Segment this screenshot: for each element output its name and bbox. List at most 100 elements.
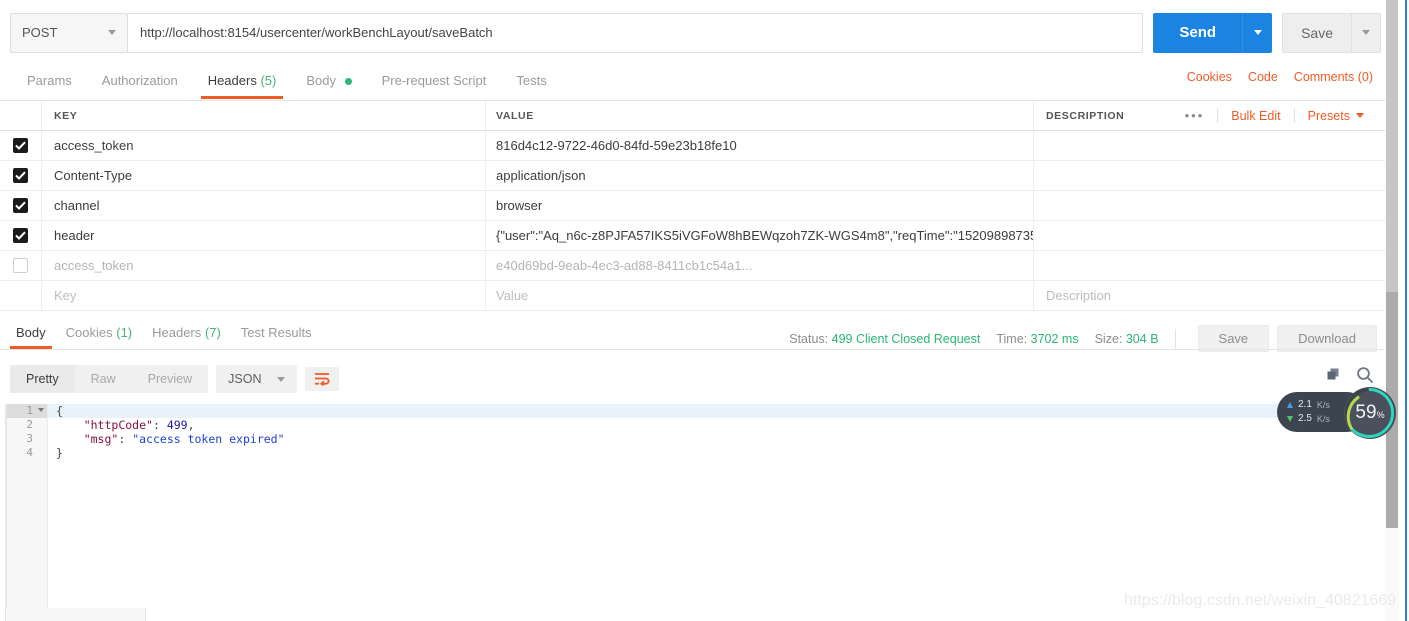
row-checkbox-cell[interactable] [0, 161, 42, 190]
save-response-button[interactable]: Save [1197, 325, 1270, 352]
size-label: Size: [1094, 331, 1123, 346]
table-row-new[interactable]: Key Value Description [0, 281, 1391, 311]
vertical-scrollbar-thumb[interactable] [1386, 0, 1398, 292]
header-description-cell[interactable] [1034, 251, 1391, 280]
table-row[interactable]: channel browser [0, 191, 1391, 221]
checkbox-checked-icon[interactable] [13, 138, 28, 153]
tab-authorization[interactable]: Authorization [87, 66, 193, 99]
response-tab-headers[interactable]: Headers (7) [142, 322, 231, 349]
format-pretty-button[interactable]: Pretty [10, 365, 75, 393]
cookies-link[interactable]: Cookies [1187, 70, 1232, 84]
header-value-cell[interactable]: {"user":"Aq_n6c-z8PJFA57IKS5iVGFoW8hBEWq… [486, 221, 1034, 250]
status-label: Status: [789, 331, 829, 346]
header-value-cell[interactable]: e40d69bd-9eab-4ec3-ad88-8411cb1c54a1... [486, 251, 1034, 280]
tab-label: Params [27, 73, 72, 88]
tab-tests[interactable]: Tests [501, 66, 561, 99]
checkbox-checked-icon[interactable] [13, 228, 28, 243]
checkbox-unchecked-icon[interactable] [13, 258, 28, 273]
http-method-select[interactable]: POST [10, 12, 128, 53]
size-meta: Size: 304 B [1095, 332, 1159, 346]
header-description-cell[interactable] [1034, 221, 1391, 250]
language-value: JSON [228, 372, 262, 386]
header-key-cell[interactable]: access_token [42, 251, 486, 280]
row-checkbox-cell[interactable] [0, 191, 42, 220]
tab-body[interactable]: Body [291, 66, 366, 99]
table-row[interactable]: access_token e40d69bd-9eab-4ec3-ad88-841… [0, 251, 1391, 281]
new-header-value-input[interactable]: Value [486, 281, 1034, 310]
copy-icon[interactable] [1326, 367, 1342, 386]
bulk-edit-button[interactable]: Bulk Edit [1218, 109, 1293, 123]
column-header-key: KEY [42, 101, 486, 130]
tab-pre-request-script[interactable]: Pre-request Script [367, 66, 502, 99]
header-description-cell[interactable] [1034, 191, 1391, 220]
msg-value: access token expired [139, 432, 278, 446]
upload-speed-unit: K/s [1316, 400, 1330, 410]
line-number: 1 [7, 404, 47, 418]
comments-link[interactable]: Comments (0) [1294, 70, 1373, 84]
search-icon[interactable] [1356, 366, 1374, 387]
time-label: Time: [996, 331, 1028, 346]
more-options-icon[interactable]: ••• [1172, 108, 1218, 123]
url-input[interactable]: http://localhost:8154/usercenter/workBen… [128, 12, 1144, 53]
http-code-value: 499 [166, 418, 188, 432]
send-button[interactable]: Send [1153, 12, 1243, 53]
http-method-value: POST [22, 25, 58, 40]
header-value-cell[interactable]: 816d4c12-9722-46d0-84fd-59e23b18fe10 [486, 131, 1034, 160]
chevron-down-icon [1356, 113, 1364, 118]
response-meta: Status: 499 Client Closed Request Time: … [789, 325, 1377, 352]
chevron-down-icon [1253, 30, 1262, 35]
language-select[interactable]: JSON [216, 365, 298, 393]
tab-label: Body [16, 325, 46, 340]
line-number: 2 [26, 418, 33, 431]
send-options-button[interactable] [1242, 12, 1273, 53]
gauge-value: 59% [1355, 402, 1384, 424]
download-response-button[interactable]: Download [1277, 325, 1377, 352]
format-preview-button[interactable]: Preview [132, 365, 208, 393]
checkbox-checked-icon[interactable] [13, 168, 28, 183]
table-row[interactable]: Content-Type application/json [0, 161, 1391, 191]
line-number-value: 1 [26, 404, 33, 417]
save-request-button[interactable]: Save [1282, 12, 1351, 53]
headers-table-header-row: KEY VALUE DESCRIPTION ••• Bulk Edit Pres… [0, 101, 1391, 131]
header-key-cell[interactable]: access_token [42, 131, 486, 160]
presets-button[interactable]: Presets [1295, 109, 1377, 123]
horizontal-scrollbar[interactable] [6, 608, 146, 621]
format-raw-button[interactable]: Raw [75, 365, 132, 393]
table-row[interactable]: access_token 816d4c12-9722-46d0-84fd-59e… [0, 131, 1391, 161]
table-row[interactable]: header {"user":"Aq_n6c-z8PJFA57IKS5iVGFo… [0, 221, 1391, 251]
word-wrap-button[interactable] [305, 367, 340, 391]
row-checkbox-cell[interactable] [0, 221, 42, 250]
response-tab-test-results[interactable]: Test Results [231, 322, 322, 349]
header-key-cell[interactable]: channel [42, 191, 486, 220]
tab-label: Body [306, 73, 336, 88]
response-body-editor[interactable]: 1 2 3 4 { "httpCode": 499, "msg": "acces… [6, 404, 1384, 621]
checkbox-checked-icon[interactable] [13, 198, 28, 213]
save-options-button[interactable] [1351, 12, 1381, 53]
time-meta: Time: 3702 ms [996, 332, 1078, 346]
row-checkbox-cell[interactable] [0, 131, 42, 160]
header-description-cell[interactable] [1034, 161, 1391, 190]
headers-table: KEY VALUE DESCRIPTION ••• Bulk Edit Pres… [0, 101, 1391, 311]
upload-speed-value: 2.1 [1298, 399, 1312, 410]
editor-code-area[interactable]: { "httpCode": 499, "msg": "access token … [48, 404, 1384, 621]
header-description-cell[interactable] [1034, 131, 1391, 160]
code-link[interactable]: Code [1248, 70, 1278, 84]
row-checkbox-cell[interactable] [0, 251, 42, 280]
select-all-cell [0, 101, 42, 130]
new-header-key-input[interactable]: Key [42, 281, 486, 310]
header-key-cell[interactable]: Content-Type [42, 161, 486, 190]
header-key-cell[interactable]: header [42, 221, 486, 250]
code-line: "httpCode": 499, [83, 418, 195, 432]
header-value-cell[interactable]: application/json [486, 161, 1034, 190]
watermark-text: https://blog.csdn.net/weixin_40821669 [1124, 592, 1397, 609]
response-tab-body[interactable]: Body [6, 322, 56, 349]
response-tab-cookies[interactable]: Cookies (1) [56, 322, 142, 349]
new-header-description-input[interactable]: Description [1034, 281, 1391, 310]
row-checkbox-cell [0, 281, 42, 310]
header-value-cell[interactable]: browser [486, 191, 1034, 220]
cpu-usage-gauge[interactable]: 59% [1344, 387, 1396, 439]
tab-headers[interactable]: Headers (5) [193, 66, 292, 99]
tab-params[interactable]: Params [12, 66, 87, 99]
fold-arrow-icon[interactable] [38, 408, 44, 412]
tab-label: Authorization [101, 73, 178, 88]
